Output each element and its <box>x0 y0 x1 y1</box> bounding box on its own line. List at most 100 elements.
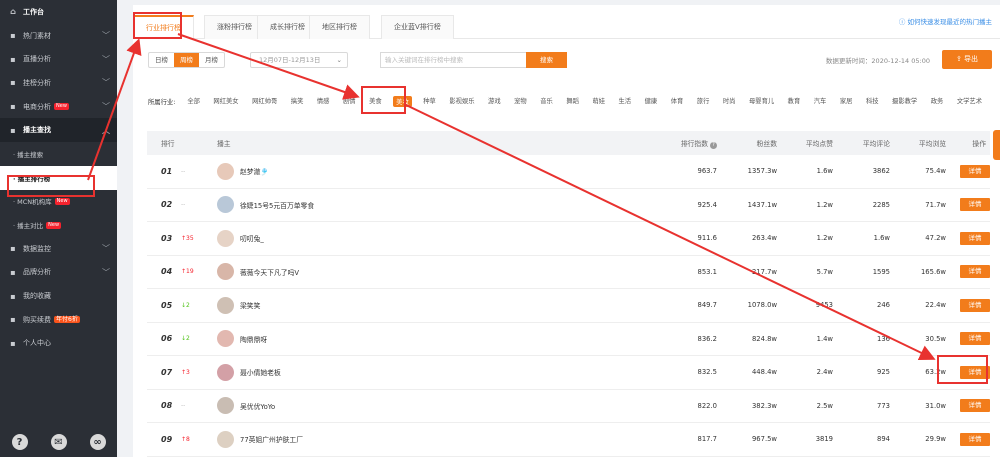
category-item[interactable]: 网红帅哥 <box>250 96 279 107</box>
streamer-name[interactable]: 77英姐广州护肤工厂 <box>240 434 303 444</box>
avatar[interactable] <box>217 430 234 448</box>
export-button[interactable]: ⇪ 导出 <box>942 50 992 69</box>
streamer-name[interactable]: 陶鼎鼎呀 <box>240 334 267 344</box>
streamer-name[interactable]: 赵梦澈🎐 <box>240 166 269 176</box>
header-view[interactable]: 平均浏览 <box>890 138 946 148</box>
category-item[interactable]: 文学艺术 <box>955 96 984 107</box>
link-icon[interactable]: ∞ <box>89 434 106 450</box>
detail-button[interactable]: 详情 <box>960 198 990 212</box>
sidebar-item[interactable]: · 播主对比 New <box>0 213 117 237</box>
search-input[interactable]: 输入关键词在排行榜中搜索 <box>380 52 526 68</box>
table-row: 03 ↑35 叨叨兔_ 911.6 263.4w 1.2w 1.6w 47.2w 详情 <box>147 222 990 256</box>
sidebar-item[interactable]: · MCN机构库 New <box>0 190 117 214</box>
detail-button[interactable]: 详情 <box>960 265 990 279</box>
sidebar-item[interactable]: ▪ 我的收藏 <box>0 284 117 308</box>
detail-button[interactable]: 详情 <box>960 164 990 178</box>
detail-button[interactable]: 详情 <box>960 365 990 379</box>
category-item[interactable]: 母婴育儿 <box>747 96 776 107</box>
like-cell: 1.2w <box>816 234 833 243</box>
detail-button[interactable]: 详情 <box>960 298 990 312</box>
category-item[interactable]: 游戏 <box>486 96 503 107</box>
tab-industry[interactable]: 行业排行榜 <box>133 15 194 39</box>
avatar[interactable] <box>217 229 234 247</box>
category-item[interactable]: 家居 <box>838 96 855 107</box>
category-item[interactable]: 美食 <box>367 96 384 107</box>
detail-button[interactable]: 详情 <box>960 332 990 346</box>
sidebar-item-label: 播主查找 <box>23 126 51 135</box>
table-row: 05 ↓2 梁笑笑 849.7 1078.0w 9453 246 22.4w 详情 <box>147 289 990 323</box>
avatar[interactable] <box>217 363 234 381</box>
sidebar-item[interactable]: ▪ 挂榜分析 ﹀ <box>0 71 117 95</box>
category-item[interactable]: 生活 <box>617 96 634 107</box>
streamer-name[interactable]: 聂小倩她老板 <box>240 367 281 377</box>
header-comment[interactable]: 平均评论 <box>833 138 890 148</box>
tab-region[interactable]: 地区排行榜 <box>309 15 370 39</box>
detail-button[interactable]: 详情 <box>960 432 990 446</box>
category-item[interactable]: 美妆 <box>393 95 412 107</box>
category-item[interactable]: 科技 <box>864 96 881 107</box>
detail-button[interactable]: 详情 <box>960 231 990 245</box>
sidebar-item[interactable]: ▪ 热门素材 ﹀ <box>0 24 117 48</box>
header-name: 播主 <box>217 140 231 148</box>
category-item[interactable]: 种草 <box>421 96 438 107</box>
category-item[interactable]: 影视娱乐 <box>447 96 476 107</box>
category-item[interactable]: 萌娃 <box>590 96 607 107</box>
category-item[interactable]: 舞蹈 <box>564 96 581 107</box>
period-month[interactable]: 月榜 <box>199 53 224 67</box>
category-item[interactable]: 网红美女 <box>211 96 240 107</box>
category-item[interactable]: 体育 <box>669 96 686 107</box>
avatar[interactable] <box>217 263 234 281</box>
category-item[interactable]: 宠物 <box>512 96 529 107</box>
sidebar-item[interactable]: · 播主搜索 <box>0 142 117 166</box>
category-item[interactable]: 教育 <box>786 96 803 107</box>
side-float-tab[interactable] <box>993 130 1000 160</box>
rank-cell: 06 ↓2 <box>147 334 217 343</box>
avatar[interactable] <box>217 162 234 180</box>
streamer-name[interactable]: 叨叨兔_ <box>240 233 264 243</box>
tab-enterprise[interactable]: 企业蓝V排行榜 <box>381 15 454 39</box>
tab-growth-fans[interactable]: 涨粉排行榜 <box>204 15 265 39</box>
streamer-name[interactable]: 梁笑笑 <box>240 300 260 310</box>
fans-cell: 1437.1w <box>747 200 777 209</box>
period-week[interactable]: 周榜 <box>174 53 199 67</box>
period-day[interactable]: 日榜 <box>149 53 174 67</box>
category-item[interactable]: 健康 <box>643 96 660 107</box>
category-item[interactable]: 音乐 <box>538 96 555 107</box>
avatar[interactable] <box>217 397 234 415</box>
info-icon[interactable]: ? <box>710 141 717 149</box>
sidebar-item[interactable]: ▪ 播主查找 ︿ <box>0 118 117 143</box>
category-item[interactable]: 情感 <box>315 96 332 107</box>
sidebar-item[interactable]: · 播主排行榜 <box>0 165 117 190</box>
search-button[interactable]: 搜索 <box>526 52 567 68</box>
sidebar-item[interactable]: ▪ 直播分析 ﹀ <box>0 47 117 71</box>
sidebar-item-workbench[interactable]: ⌂ 工作台 <box>0 0 117 24</box>
sidebar-item-label: 电商分析 <box>23 102 51 111</box>
date-range-select[interactable]: 12月07日-12月13日 ⌄ <box>250 52 348 68</box>
category-item[interactable]: 剧情 <box>341 96 358 107</box>
streamer-name[interactable]: 薇薇今天下凡了吗V <box>240 267 299 277</box>
detail-button[interactable]: 详情 <box>960 399 990 413</box>
avatar[interactable] <box>217 296 234 314</box>
sidebar-item[interactable]: ▪ 电商分析 New ﹀ <box>0 95 117 119</box>
category-item[interactable]: 政务 <box>929 96 946 107</box>
sidebar-item[interactable]: ▪ 购买续费 年付6折 <box>0 308 117 332</box>
header-fans[interactable]: 粉丝数 <box>717 138 777 148</box>
category-item[interactable]: 旅行 <box>695 96 712 107</box>
sidebar-item[interactable]: ▪ 品牌分析 ﹀ <box>0 261 117 285</box>
sidebar-item[interactable]: ▪ 数据监控 ﹀ <box>0 237 117 261</box>
help-link[interactable]: ⓘ 如何快速发现最近的热门播主 <box>899 16 992 26</box>
category-item[interactable]: 全部 <box>185 96 202 107</box>
wechat-icon[interactable]: ✉ <box>50 434 67 450</box>
header-like[interactable]: 平均点赞 <box>777 138 833 148</box>
category-item[interactable]: 汽车 <box>812 96 829 107</box>
sidebar-item[interactable]: ▪ 个人中心 <box>0 332 117 356</box>
category-item[interactable]: 搞笑 <box>289 96 306 107</box>
streamer-name[interactable]: 吴优优YoYo <box>240 401 275 411</box>
category-item[interactable]: 时尚 <box>721 96 738 107</box>
category-item[interactable]: 摄影教学 <box>890 96 919 107</box>
help-icon[interactable]: ? <box>11 434 28 450</box>
index-cell: 911.6 <box>697 234 717 243</box>
streamer-name[interactable]: 徐婕15号5元百万单零食 <box>240 200 314 210</box>
avatar[interactable] <box>217 196 234 214</box>
avatar[interactable] <box>217 330 234 348</box>
